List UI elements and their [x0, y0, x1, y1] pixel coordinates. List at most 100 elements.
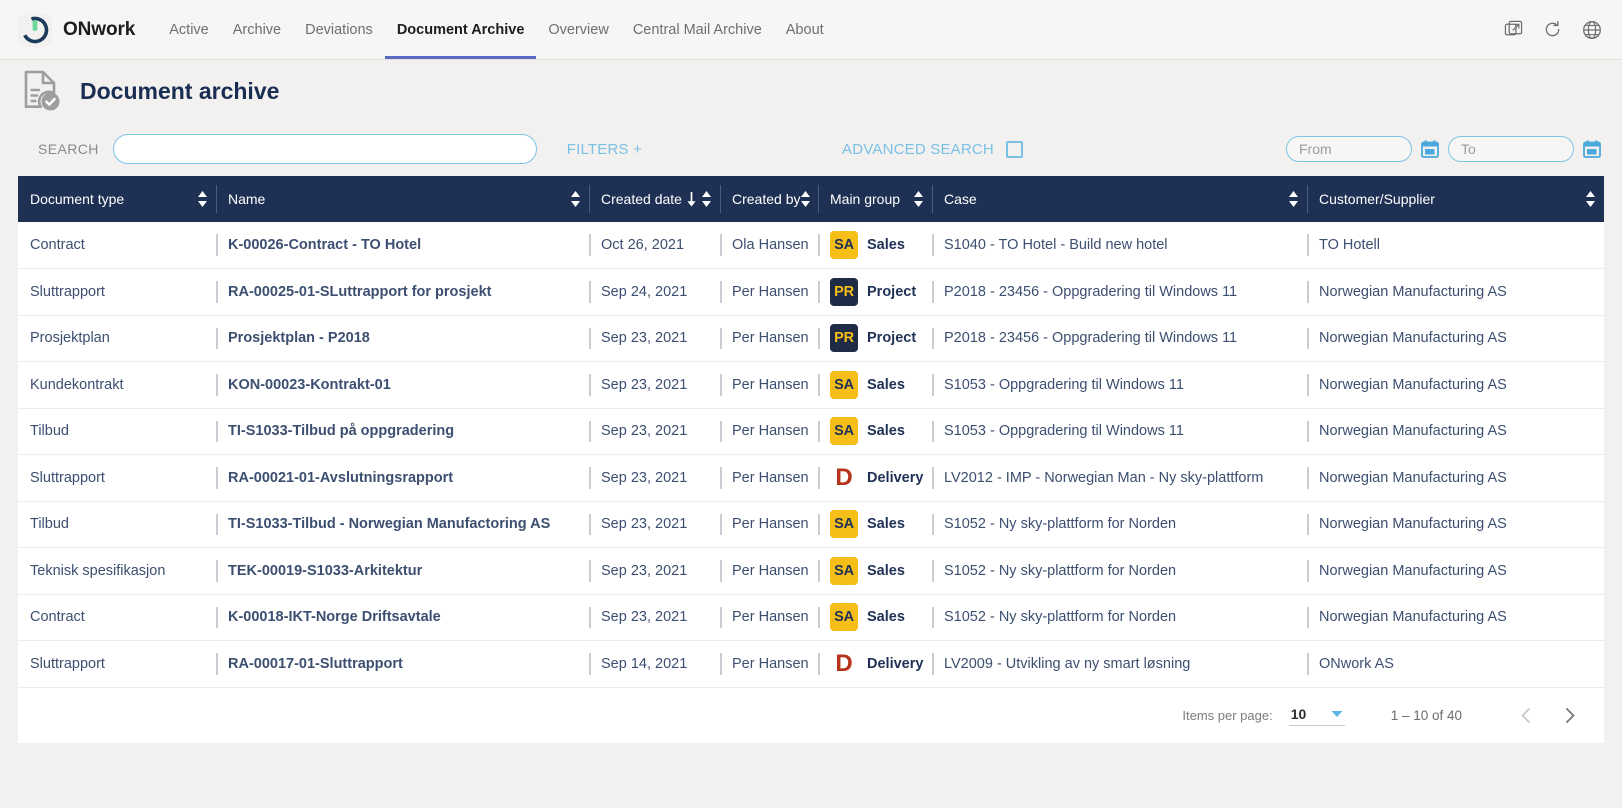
- date-from-calendar-button[interactable]: [1420, 139, 1440, 159]
- cell-document-type: Tilbud: [30, 423, 69, 440]
- cell-created-by: Per Hansen: [720, 501, 818, 548]
- advanced-search-checkbox[interactable]: [1005, 140, 1023, 158]
- sort-toggle-case[interactable]: [1288, 189, 1299, 209]
- table-row[interactable]: Kundekontrakt KON-00023-Kontrakt-01 Sep 23…: [18, 362, 1604, 409]
- main-group-label: Sales: [867, 237, 905, 253]
- cell-name: Prosjektplan - P2018: [216, 315, 589, 362]
- cell-name: TI-S1033-Tilbud på oppgradering: [216, 408, 589, 455]
- cell-created-date: Sep 23, 2021: [589, 501, 720, 548]
- cell-customer-supplier: Norwegian Manufacturing AS: [1307, 548, 1604, 595]
- cell-document-type: Sluttrapport: [30, 656, 105, 672]
- sort-updown-icon: [198, 191, 207, 207]
- nav-item-active[interactable]: Active: [157, 0, 221, 59]
- nav-item-document-archive[interactable]: Document Archive: [384, 0, 537, 59]
- sort-toggle-created-date[interactable]: [701, 189, 712, 209]
- table-row[interactable]: Sluttrapport RA-00017-01-Sluttrapport Sep …: [18, 641, 1604, 688]
- pagination-bar: Items per page: 10 1 – 10 of 40: [18, 687, 1604, 743]
- column-divider: [932, 185, 933, 213]
- nav-item-central-mail-archive[interactable]: Central Mail Archive: [621, 0, 774, 59]
- column-header-document-type[interactable]: Document type: [18, 176, 216, 222]
- nav-item-archive[interactable]: Archive: [221, 0, 293, 59]
- date-from-input[interactable]: [1286, 136, 1412, 162]
- table-row[interactable]: Contract K-00018-IKT-Norge Driftsavtale Se…: [18, 594, 1604, 641]
- nav-item-overview[interactable]: Overview: [536, 0, 620, 59]
- table-row[interactable]: Contract K-00026-Contract - TO Hotel Oct 2…: [18, 222, 1604, 269]
- main-group-label: Sales: [867, 423, 905, 440]
- cell-case: S1053 - Oppgradering til Windows 11: [932, 362, 1307, 409]
- cell-customer-supplier: TO Hotell: [1307, 222, 1604, 269]
- open-external-icon[interactable]: [1504, 20, 1523, 39]
- sort-toggle-created-by[interactable]: [800, 189, 811, 209]
- sort-toggle-customer-supplier[interactable]: [1585, 189, 1596, 209]
- cell-main-group: SA Sales: [818, 501, 932, 548]
- cell-created-date: Sep 23, 2021: [589, 408, 720, 455]
- sort-updown-icon: [1289, 191, 1298, 207]
- items-per-page-select[interactable]: 10: [1288, 706, 1345, 726]
- onwork-logo: [18, 12, 52, 47]
- column-header-created-by[interactable]: Created by: [720, 176, 818, 222]
- date-to-input[interactable]: [1448, 136, 1574, 162]
- main-group-label: Delivery: [867, 469, 924, 486]
- next-page-button[interactable]: [1557, 703, 1582, 728]
- column-header-main-group[interactable]: Main group: [818, 176, 932, 222]
- table-row[interactable]: Sluttrapport RA-00021-01-Avslutningsrappo…: [18, 455, 1604, 502]
- column-header-case[interactable]: Case: [932, 176, 1307, 222]
- table-row[interactable]: Sluttrapport RA-00025-01-SLuttrapport for…: [18, 269, 1604, 316]
- top-right-icons: [1504, 0, 1622, 59]
- column-divider: [216, 185, 217, 213]
- cell-main-group: SA Sales: [818, 548, 932, 595]
- previous-page-button[interactable]: [1514, 703, 1539, 728]
- nav-item-about[interactable]: About: [774, 0, 836, 59]
- cell-name: K-00026-Contract - TO Hotel: [216, 222, 589, 269]
- sort-toggle-main-group[interactable]: [913, 189, 924, 209]
- table-row[interactable]: Teknisk spesifikasjon TEK-00019-S1033-Ark…: [18, 548, 1604, 595]
- filters-toggle[interactable]: FILTERS +: [567, 141, 642, 158]
- main-group-badge: D: [835, 463, 853, 491]
- brand-zone[interactable]: ONwork: [0, 0, 135, 59]
- column-header-name[interactable]: Name: [216, 176, 589, 222]
- search-input[interactable]: [112, 134, 537, 164]
- sort-toggle-name[interactable]: [570, 189, 581, 209]
- globe-icon[interactable]: [1582, 20, 1602, 40]
- column-header-created-date[interactable]: Created date: [589, 176, 720, 222]
- cell-created-date: Sep 23, 2021: [589, 455, 720, 502]
- cell-document-type: Sluttrapport: [30, 469, 105, 486]
- column-label: Name: [228, 191, 266, 207]
- cell-main-group: PR Project: [818, 269, 932, 316]
- cell-created-by: Per Hansen: [720, 548, 818, 595]
- table-row[interactable]: Tilbud TI-S1033-Tilbud - Norwegian Manufa…: [18, 501, 1604, 548]
- cell-main-group: SA Sales: [818, 408, 932, 455]
- top-navigation-bar: ONwork Active Archive Deviations Documen…: [0, 0, 1622, 60]
- column-label: Main group: [830, 191, 901, 207]
- column-header-customer-supplier[interactable]: Customer/Supplier: [1307, 176, 1604, 222]
- table-row[interactable]: Tilbud TI-S1033-Tilbud på oppgradering Sep…: [18, 408, 1604, 455]
- refresh-icon[interactable]: [1543, 20, 1562, 39]
- cell-name: KON-00023-Kontrakt-01: [216, 362, 589, 409]
- cell-created-by: Per Hansen: [720, 594, 818, 641]
- sort-toggle-document-type[interactable]: [197, 189, 208, 209]
- search-toolbar: SEARCH FILTERS + ADVANCED SEARCH: [0, 122, 1622, 176]
- date-range-filter: [1286, 136, 1602, 162]
- cell-case: S1052 - Ny sky-plattform for Norden: [932, 501, 1307, 548]
- column-divider: [818, 185, 819, 213]
- main-group-label: Sales: [867, 562, 905, 579]
- cell-case: P2018 - 23456 - Oppgradering til Windows…: [932, 269, 1307, 316]
- sort-descending-active-icon: [687, 192, 696, 207]
- cell-case: LV2009 - Utvikling av ny smart løsning: [932, 641, 1307, 688]
- nav-item-deviations[interactable]: Deviations: [293, 0, 385, 59]
- cell-main-group: PR Project: [818, 315, 932, 362]
- date-to-calendar-button[interactable]: [1582, 139, 1602, 159]
- cell-created-date: Sep 23, 2021: [589, 548, 720, 595]
- cell-document-type: Kundekontrakt: [30, 376, 124, 393]
- cell-customer-supplier: ONwork AS: [1307, 641, 1604, 688]
- cell-created-by: Per Hansen: [720, 269, 818, 316]
- chevron-left-icon: [1521, 708, 1530, 723]
- table-row[interactable]: Prosjektplan Prosjektplan - P2018 Sep 23, …: [18, 315, 1604, 362]
- cell-created-by: Per Hansen: [720, 362, 818, 409]
- cell-case: P2018 - 23456 - Oppgradering til Windows…: [932, 315, 1307, 362]
- cell-created-by: Ola Hansen: [720, 222, 818, 269]
- main-group-badge: SA: [830, 510, 858, 539]
- sort-updown-icon: [801, 191, 811, 207]
- advanced-search-toggle[interactable]: ADVANCED SEARCH: [842, 140, 1023, 158]
- cell-main-group: D Delivery: [818, 641, 932, 688]
